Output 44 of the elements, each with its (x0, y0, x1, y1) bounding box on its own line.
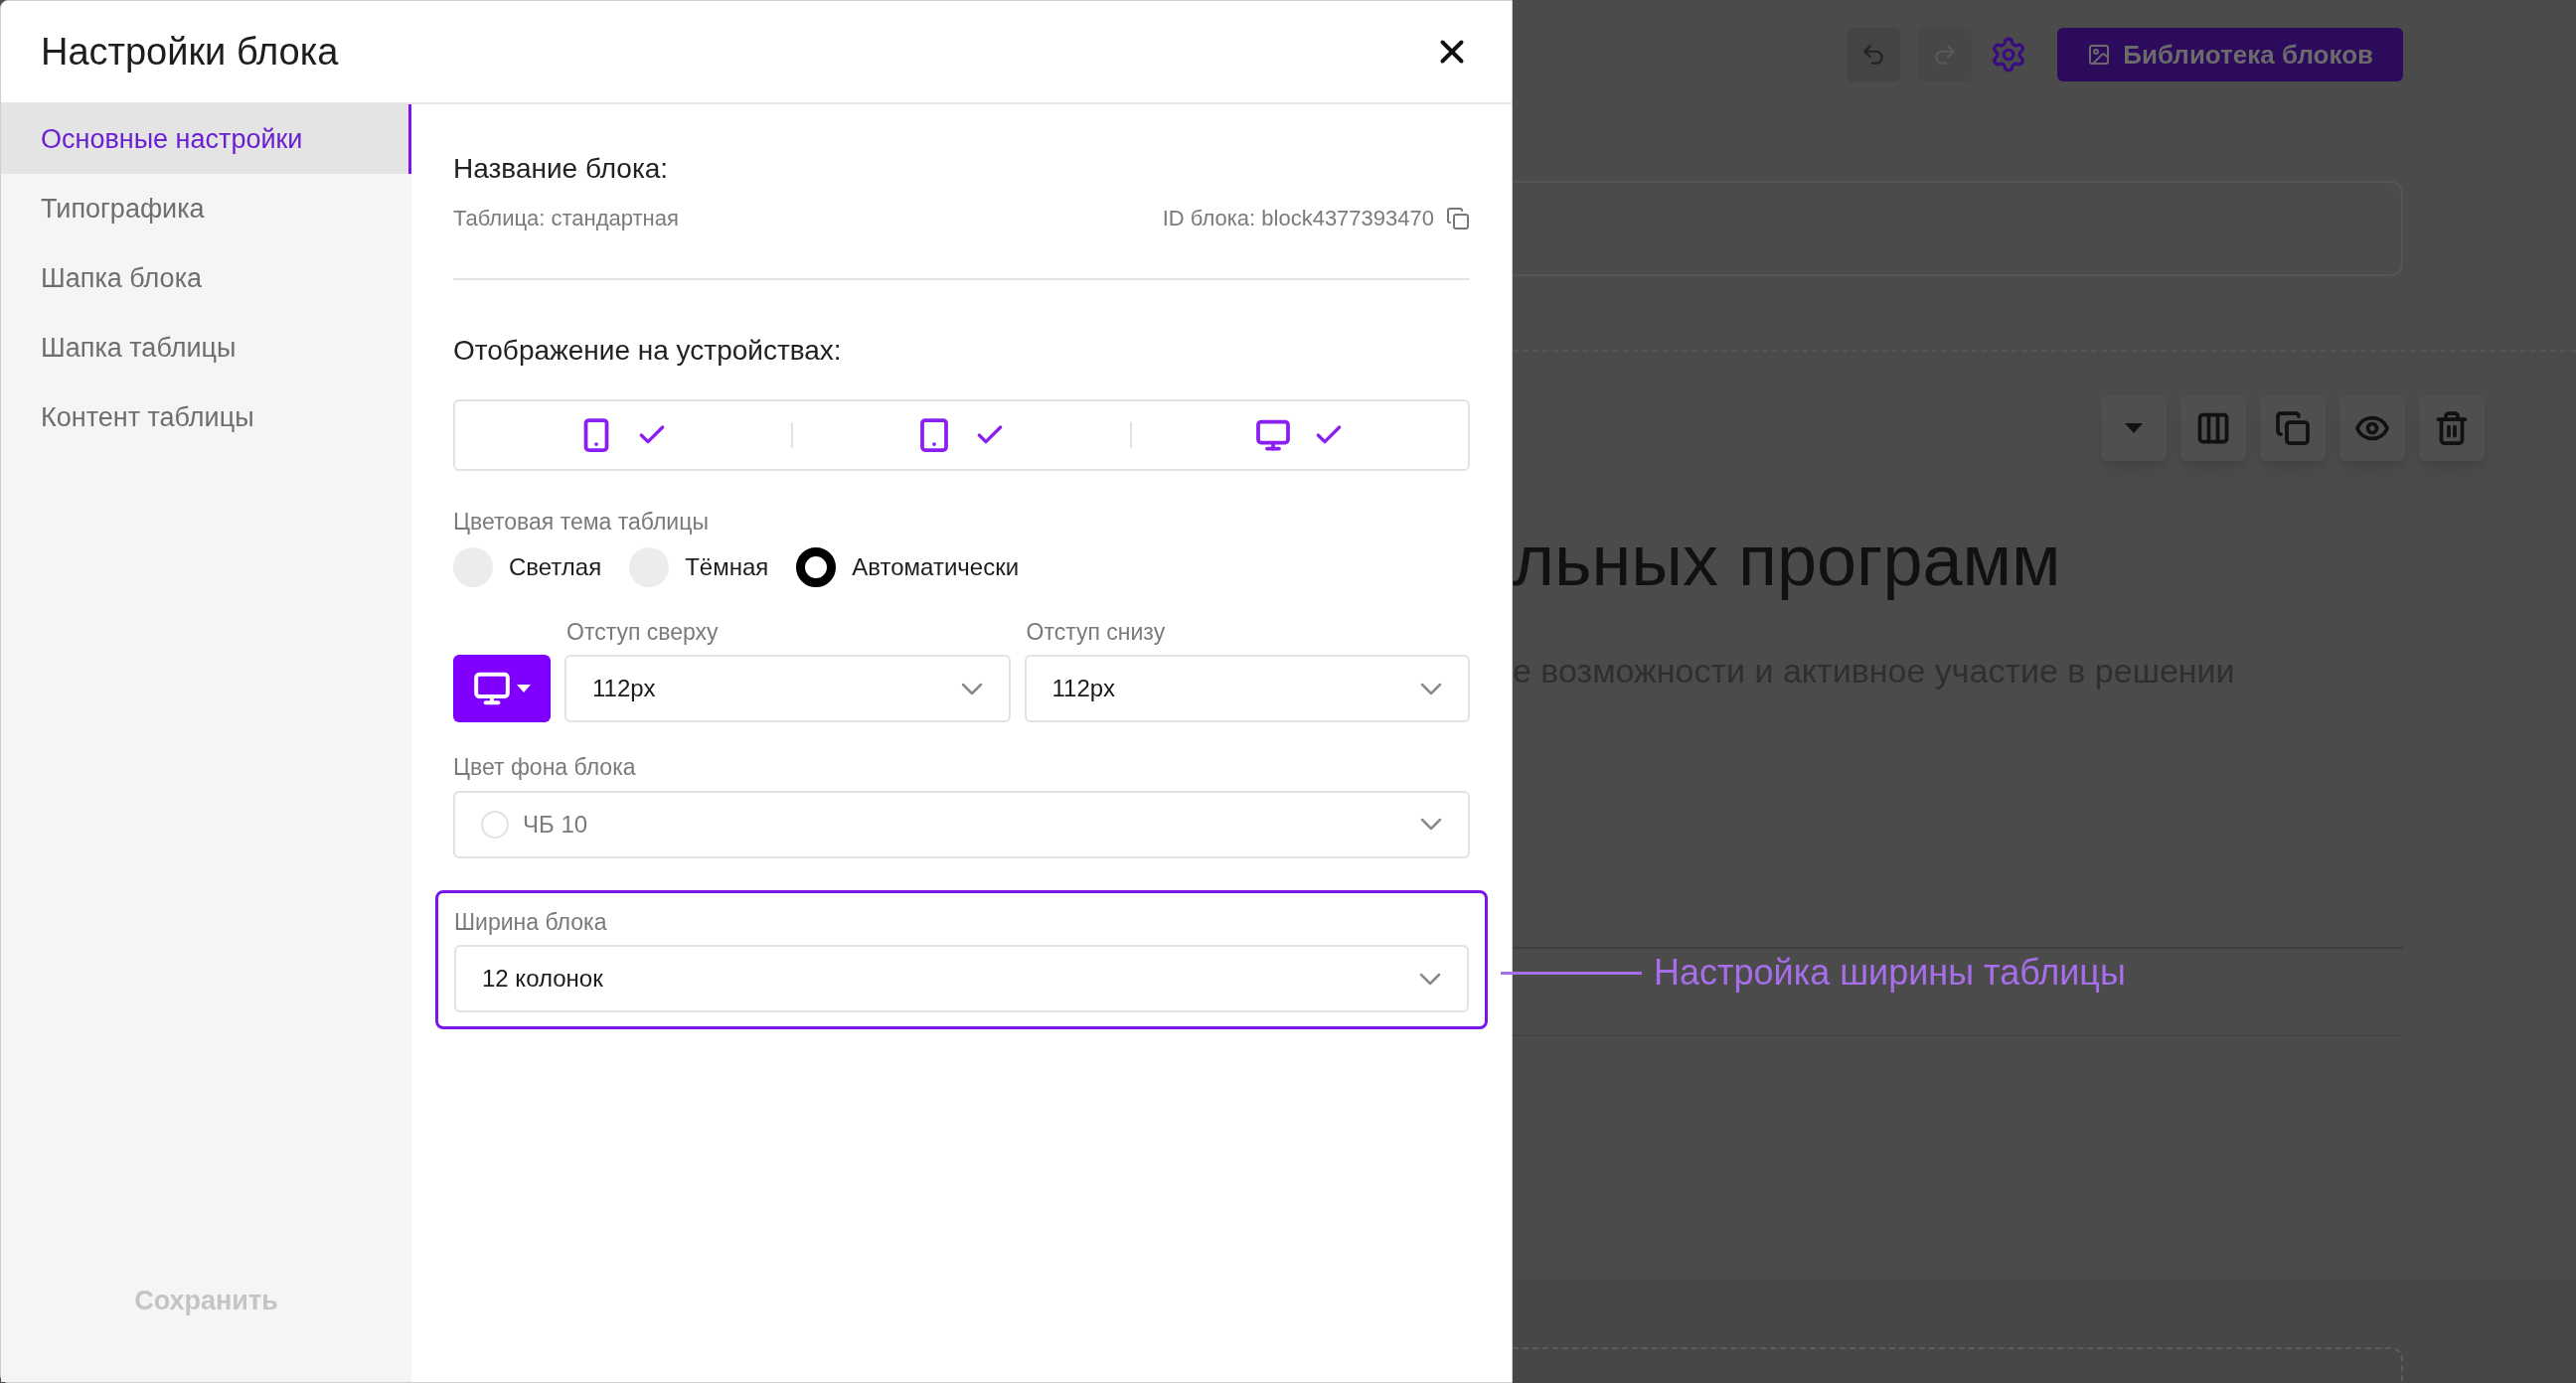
copy-button[interactable] (2260, 395, 2326, 461)
dropdown-button[interactable] (2101, 395, 2167, 461)
chevron-down-icon (1419, 972, 1441, 986)
block-name-heading: Название блока: (453, 152, 670, 186)
chevron-down-icon (1420, 682, 1442, 695)
trash-icon (2434, 410, 2470, 446)
block-id-text: ID блока: block4377393470 (1162, 205, 1434, 232)
eye-button[interactable] (2339, 395, 2405, 461)
padding-label: Отступ снизу (1025, 617, 1167, 647)
width-label: Ширина блока (454, 907, 608, 937)
color-swatch (481, 810, 509, 839)
trash-button[interactable] (2419, 395, 2485, 461)
monitor-icon (1254, 417, 1291, 453)
theme-radio[interactable]: Автоматически (796, 546, 1020, 587)
theme-label: Цветовая тема таблицы (453, 508, 710, 537)
theme-radio[interactable]: Тёмная (629, 546, 769, 587)
caret-icon (2125, 423, 2143, 433)
monitor-icon (473, 670, 511, 707)
devices-heading: Отображение на устройствах: (453, 334, 843, 368)
image-icon (2087, 43, 2112, 67)
sidebar-item[interactable]: Шапка таблицы (1, 313, 411, 383)
undo-button[interactable] (1847, 28, 1901, 81)
sidebar-item[interactable]: Контент таблицы (1, 383, 411, 452)
padding-select[interactable]: 112px (564, 655, 1011, 722)
sidebar-item[interactable]: Шапка блока (1, 243, 411, 313)
background-label: Цвет фона блока (453, 753, 637, 782)
block-type-text: Таблица: стандартная (453, 205, 679, 232)
width-select[interactable]: 12 колонок (454, 945, 1469, 1012)
background-select[interactable]: ЧБ 10 (453, 790, 1470, 858)
chevron-down-icon (960, 682, 983, 695)
padding-select[interactable]: 112px (1024, 655, 1470, 722)
columns-icon (2195, 410, 2231, 446)
caret-icon (517, 685, 531, 692)
padding-label: Отступ сверху (565, 617, 720, 647)
copy-icon[interactable] (1446, 206, 1470, 230)
dialog-title: Настройки блока (41, 29, 339, 75)
device-dropdown-button[interactable] (453, 655, 551, 722)
annotation-text: Настройка ширины таблицы (1654, 951, 2126, 995)
sidebar-item[interactable]: Основные настройки (1, 104, 411, 174)
copy-icon (2275, 410, 2311, 446)
chevron-down-icon (1420, 818, 1442, 831)
sidebar-item[interactable]: Типографика (1, 174, 411, 243)
theme-radio[interactable]: Светлая (453, 546, 602, 587)
columns-button[interactable] (2180, 395, 2246, 461)
